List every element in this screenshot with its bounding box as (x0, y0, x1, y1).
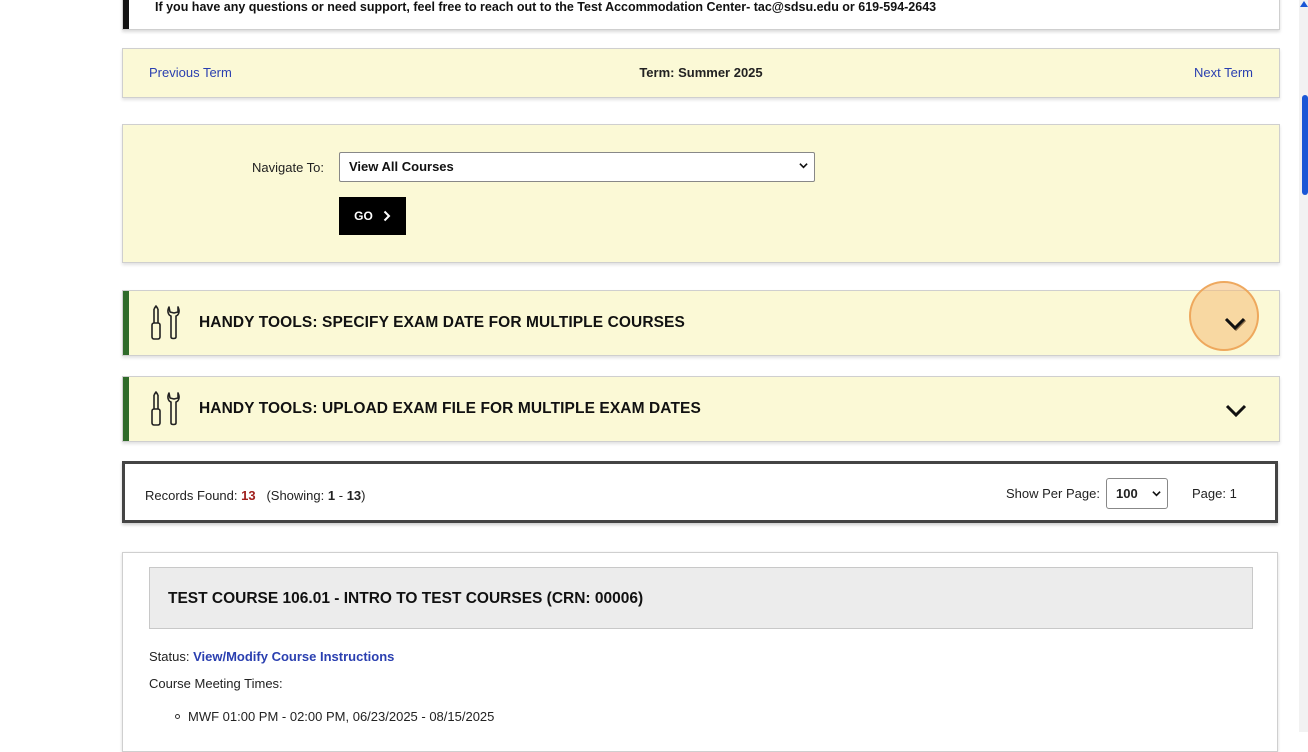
show-per-page-label: Show Per Page: (1006, 486, 1100, 501)
showing-close: ) (361, 488, 366, 503)
records-summary: Records Found: 13 (Showing: 1 - 13) Show… (122, 461, 1278, 523)
chevron-right-icon (383, 210, 391, 222)
records-found-label: Records Found: (145, 488, 238, 503)
meeting-time-item: MWF 01:00 PM - 02:00 PM, 06/23/2025 - 08… (175, 709, 494, 724)
navigate-to-select[interactable]: View All Courses (339, 152, 815, 182)
panel-accent-bar (123, 377, 129, 441)
chevron-down-icon[interactable] (1221, 395, 1251, 425)
scroll-up-arrow-icon[interactable] (1300, 0, 1308, 8)
next-term-link[interactable]: Next Term (1194, 65, 1253, 80)
chevron-down-icon (1152, 491, 1161, 497)
meeting-time-text: MWF 01:00 PM - 02:00 PM, 06/23/2025 - 08… (188, 709, 495, 724)
status-label: Status: (149, 649, 190, 664)
showing-label: (Showing: (266, 488, 325, 503)
course-status: Status: View/Modify Course Instructions (149, 649, 394, 664)
support-notice: If you have any questions or need suppor… (122, 0, 1280, 30)
records-found-count: 13 (241, 488, 256, 503)
tools-icon (151, 305, 180, 340)
per-page-value: 100 (1116, 486, 1138, 501)
term-navigation: Previous Term Term: Summer 2025 Next Ter… (122, 48, 1280, 98)
meeting-times-label: Course Meeting Times: (149, 676, 283, 691)
course-title: TEST COURSE 106.01 - INTRO TO TEST COURS… (168, 590, 644, 607)
view-modify-instructions-link[interactable]: View/Modify Course Instructions (193, 649, 394, 664)
notice-text: If you have any questions or need suppor… (155, 0, 937, 14)
go-button-label: GO (354, 209, 373, 223)
navigate-to-label: Navigate To: (252, 160, 325, 175)
notice-accent-bar (123, 0, 129, 29)
page-indicator: Page: 1 (1192, 486, 1237, 501)
handy-tools-title: HANDY TOOLS: UPLOAD EXAM FILE FOR MULTIP… (199, 400, 701, 417)
chevron-down-icon[interactable] (1220, 308, 1250, 338)
showing-separator: - (338, 488, 344, 503)
navigate-panel: Navigate To: View All Courses GO (122, 124, 1280, 263)
chevron-down-icon (799, 163, 808, 169)
handy-tools-title: HANDY TOOLS: SPECIFY EXAM DATE FOR MULTI… (199, 314, 685, 331)
current-term-label: Term: Summer 2025 (639, 65, 763, 80)
handy-tools-upload-exam-file[interactable]: HANDY TOOLS: UPLOAD EXAM FILE FOR MULTIP… (122, 376, 1280, 442)
showing-from: 1 (327, 488, 336, 503)
course-card: TEST COURSE 106.01 - INTRO TO TEST COURS… (122, 552, 1278, 752)
showing-to: 13 (346, 488, 362, 503)
per-page-select[interactable]: 100 (1106, 478, 1168, 509)
handy-tools-specify-exam-date[interactable]: HANDY TOOLS: SPECIFY EXAM DATE FOR MULTI… (122, 290, 1280, 356)
bullet-icon (175, 714, 180, 719)
tools-icon (151, 391, 180, 426)
scrollbar-thumb[interactable] (1302, 95, 1308, 195)
go-button[interactable]: GO (339, 197, 406, 235)
course-header: TEST COURSE 106.01 - INTRO TO TEST COURS… (149, 567, 1253, 629)
records-found: Records Found: 13 (Showing: 1 - 13) (145, 488, 366, 503)
panel-accent-bar (123, 291, 129, 355)
navigate-to-selected-value: View All Courses (349, 159, 454, 174)
